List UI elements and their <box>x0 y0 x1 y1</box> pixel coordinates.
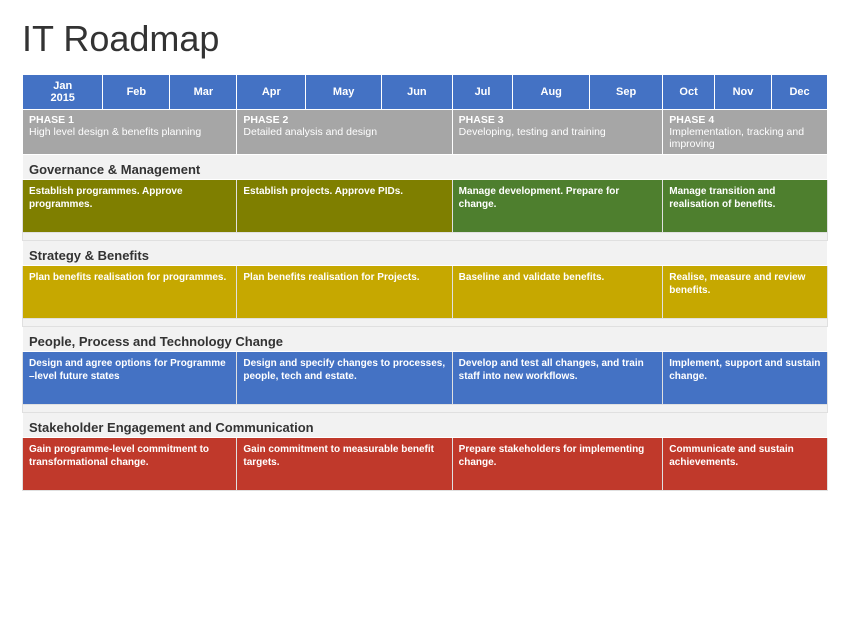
gov-task-1: Establish programmes. Approve programmes… <box>23 180 236 232</box>
stake-task-2: Gain commitment to measurable benefit ta… <box>237 438 451 490</box>
phase-3-title: PHASE 3 <box>459 114 504 126</box>
strat-task-3: Baseline and validate benefits. <box>453 266 663 318</box>
phase-4-title: PHASE 4 <box>669 114 714 126</box>
section-governance-label: Governance & Management <box>23 155 828 180</box>
col-jul: Jul <box>452 75 513 110</box>
stake-task-3-cell: Prepare stakeholders for implementing ch… <box>452 438 663 491</box>
section-governance-header: Governance & Management <box>23 155 828 180</box>
people-task-3-cell: Develop and test all changes, and train … <box>452 352 663 405</box>
gov-task-4: Manage transition and realisation of ben… <box>663 180 827 232</box>
phase-3-cell: PHASE 3 Developing, testing and training <box>452 110 663 155</box>
people-task-4: Implement, support and sustain change. <box>663 352 827 404</box>
people-task-4-cell: Implement, support and sustain change. <box>663 352 828 405</box>
col-may: May <box>306 75 382 110</box>
section-stakeholder-header: Stakeholder Engagement and Communication <box>23 413 828 438</box>
strat-task-2-cell: Plan benefits realisation for Projects. <box>237 266 452 319</box>
section-people-header: People, Process and Technology Change <box>23 327 828 352</box>
strat-task-1: Plan benefits realisation for programmes… <box>23 266 236 318</box>
phase-3-desc: Developing, testing and training <box>459 126 606 138</box>
stake-task-4: Communicate and sustain achievements. <box>663 438 827 490</box>
strat-task-4-cell: Realise, measure and review benefits. <box>663 266 828 319</box>
col-feb: Feb <box>103 75 170 110</box>
header-row: Jan2015 Feb Mar Apr May Jun Jul Aug Sep … <box>23 75 828 110</box>
phase-2-title: PHASE 2 <box>243 114 288 126</box>
page-title: IT Roadmap <box>22 18 828 60</box>
phase-2-cell: PHASE 2 Detailed analysis and design <box>237 110 452 155</box>
gov-task-2-cell: Establish projects. Approve PIDs. <box>237 180 452 233</box>
phase-1-title: PHASE 1 <box>29 114 74 126</box>
phase-4-desc: Implementation, tracking and improving <box>669 126 804 150</box>
stake-task-1: Gain programme-level commitment to trans… <box>23 438 236 490</box>
stake-task-2-cell: Gain commitment to measurable benefit ta… <box>237 438 452 491</box>
section-strategy-header: Strategy & Benefits <box>23 241 828 266</box>
phase-1-cell: PHASE 1 High level design & benefits pla… <box>23 110 237 155</box>
col-mar: Mar <box>170 75 237 110</box>
gov-task-4-cell: Manage transition and realisation of ben… <box>663 180 828 233</box>
strat-task-3-cell: Baseline and validate benefits. <box>452 266 663 319</box>
roadmap-table: Jan2015 Feb Mar Apr May Jun Jul Aug Sep … <box>22 74 828 491</box>
phase-2-desc: Detailed analysis and design <box>243 126 377 138</box>
people-task-1: Design and agree options for Programme –… <box>23 352 236 404</box>
people-task-row: Design and agree options for Programme –… <box>23 352 828 405</box>
col-apr: Apr <box>237 75 306 110</box>
stake-task-1-cell: Gain programme-level commitment to trans… <box>23 438 237 491</box>
people-task-2: Design and specify changes to processes,… <box>237 352 451 404</box>
spacer-2 <box>23 319 828 327</box>
people-task-3: Develop and test all changes, and train … <box>453 352 663 404</box>
people-task-1-cell: Design and agree options for Programme –… <box>23 352 237 405</box>
phase-row: PHASE 1 High level design & benefits pla… <box>23 110 828 155</box>
col-dec: Dec <box>772 75 828 110</box>
gov-task-2: Establish projects. Approve PIDs. <box>237 180 451 232</box>
stake-task-4-cell: Communicate and sustain achievements. <box>663 438 828 491</box>
section-people-label: People, Process and Technology Change <box>23 327 828 352</box>
section-stakeholder-label: Stakeholder Engagement and Communication <box>23 413 828 438</box>
spacer-1 <box>23 233 828 241</box>
phase-1-desc: High level design & benefits planning <box>29 126 201 138</box>
strat-task-1-cell: Plan benefits realisation for programmes… <box>23 266 237 319</box>
spacer-3 <box>23 405 828 413</box>
strat-task-4: Realise, measure and review benefits. <box>663 266 827 318</box>
col-sep: Sep <box>590 75 663 110</box>
governance-task-row: Establish programmes. Approve programmes… <box>23 180 828 233</box>
col-oct: Oct <box>663 75 715 110</box>
gov-task-3: Manage development. Prepare for change. <box>453 180 663 232</box>
col-nov: Nov <box>714 75 771 110</box>
stake-task-3: Prepare stakeholders for implementing ch… <box>453 438 663 490</box>
col-aug: Aug <box>513 75 590 110</box>
col-jan: Jan2015 <box>23 75 103 110</box>
stakeholder-task-row: Gain programme-level commitment to trans… <box>23 438 828 491</box>
strategy-task-row: Plan benefits realisation for programmes… <box>23 266 828 319</box>
col-jun: Jun <box>382 75 453 110</box>
people-task-2-cell: Design and specify changes to processes,… <box>237 352 452 405</box>
strat-task-2: Plan benefits realisation for Projects. <box>237 266 451 318</box>
gov-task-1-cell: Establish programmes. Approve programmes… <box>23 180 237 233</box>
phase-4-cell: PHASE 4 Implementation, tracking and imp… <box>663 110 828 155</box>
section-strategy-label: Strategy & Benefits <box>23 241 828 266</box>
gov-task-3-cell: Manage development. Prepare for change. <box>452 180 663 233</box>
